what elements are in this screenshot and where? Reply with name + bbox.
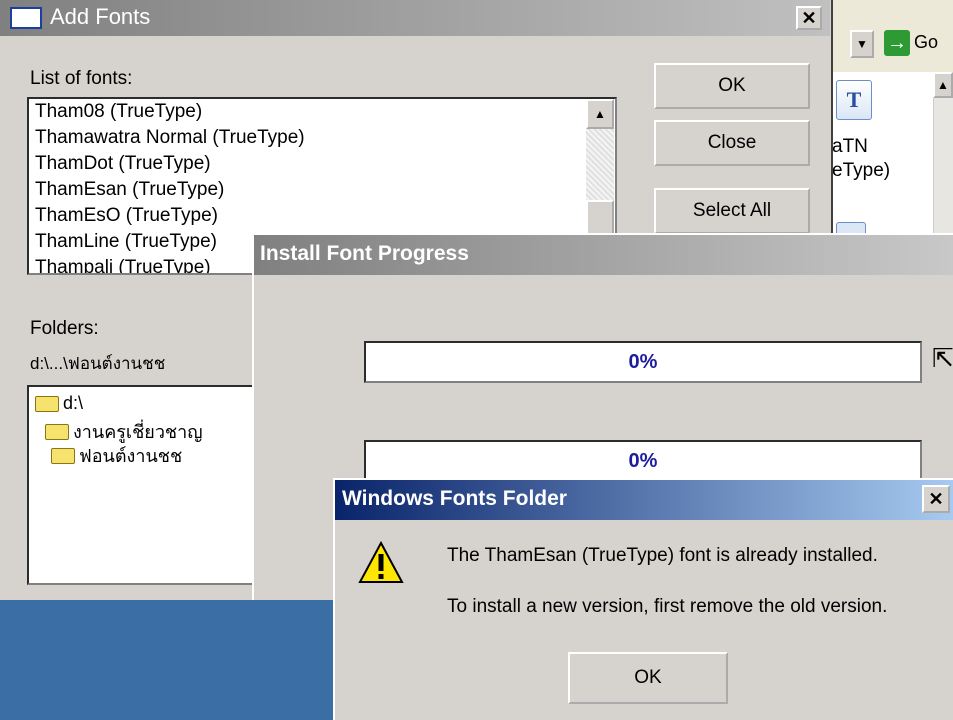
alert-ok-button[interactable]: OK <box>568 652 728 704</box>
folders-label: Folders: <box>30 318 99 339</box>
scroll-up-button[interactable]: ▲ <box>586 99 614 129</box>
progress-bar-2: 0% <box>364 440 922 482</box>
progress-title: Install Font Progress <box>260 242 469 265</box>
explorer-scrollbar[interactable] <box>933 72 953 260</box>
arrow-up-icon: ▲ <box>937 78 949 92</box>
select-all-button[interactable]: Select All <box>654 188 810 234</box>
alert-message-1: The ThamEsan (TrueType) font is already … <box>447 545 878 566</box>
arrow-up-icon: ▲ <box>594 107 606 121</box>
font-list-item[interactable]: ThamEsO (TrueType) <box>29 203 615 229</box>
warning-icon <box>358 540 404 583</box>
truetype-font-file-icon[interactable]: T <box>836 80 872 120</box>
current-folder-path: d:\...\ฟอนต์งานชช <box>30 354 166 373</box>
tree-item-drive[interactable]: d:\ <box>35 393 83 414</box>
go-label[interactable]: Go <box>914 32 938 53</box>
font-list-item[interactable]: ThamDot (TrueType) <box>29 151 615 177</box>
open-folder-icon <box>45 423 69 440</box>
close-icon[interactable]: ✕ <box>796 6 822 30</box>
font-file-name[interactable]: aTN eType) <box>832 135 890 183</box>
close-icon[interactable]: ✕ <box>922 485 950 513</box>
font-list-item[interactable]: Tham08 (TrueType) <box>29 99 615 125</box>
progress-bar-1: 0% <box>364 341 922 383</box>
alert-message-2: To install a new version, first remove t… <box>447 596 888 617</box>
add-fonts-title: Add Fonts <box>50 4 151 29</box>
mouse-cursor-icon: ⇱ <box>932 343 953 373</box>
alert-title: Windows Fonts Folder <box>342 487 567 510</box>
font-list-item[interactable]: Thamawatra Normal (TrueType) <box>29 125 615 151</box>
close-button[interactable]: Close <box>654 120 810 166</box>
tree-item-folder-selected[interactable]: ฟอนต์งานชช <box>51 441 182 470</box>
ok-button[interactable]: OK <box>654 63 810 109</box>
font-list-item[interactable]: ThamEsan (TrueType) <box>29 177 615 203</box>
list-of-fonts-label: List of fonts: <box>30 68 133 89</box>
address-dropdown-button[interactable]: ▼ <box>850 30 874 58</box>
go-arrow-icon[interactable]: → <box>884 30 910 56</box>
chevron-down-icon: ▼ <box>856 37 868 51</box>
open-folder-icon <box>35 395 59 412</box>
open-folder-icon <box>51 447 75 464</box>
folder-tree[interactable]: d:\ งานครูเชี่ยวชาญ ฟอนต์งานชช <box>27 385 257 585</box>
window-icon <box>10 7 42 29</box>
scroll-up-button[interactable]: ▲ <box>933 72 953 98</box>
